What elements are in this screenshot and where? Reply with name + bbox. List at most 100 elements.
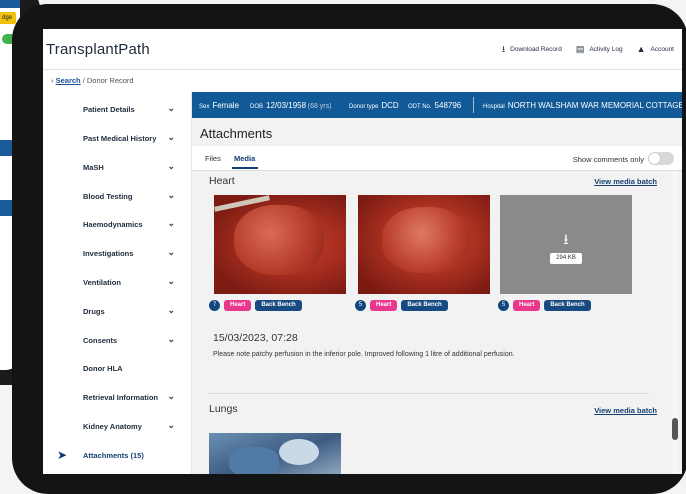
- app-header: TransplantPath ⭳ Download Record ▤ Activ…: [43, 29, 682, 69]
- sidebar-item-drugs[interactable]: Drugs ⌄: [83, 297, 183, 326]
- sidebar-item-label: Drugs: [83, 307, 105, 316]
- lungs-view-media-batch-link[interactable]: View media batch: [594, 406, 657, 415]
- section-divider: [209, 393, 649, 394]
- chevron-left-icon[interactable]: ‹: [51, 76, 54, 85]
- tab-files[interactable]: Files: [205, 154, 221, 163]
- donor-type-label: Donor type: [349, 104, 379, 110]
- tag-back-bench[interactable]: Back Bench: [401, 299, 448, 311]
- surgeon-image: [229, 447, 279, 474]
- header-actions: ⭳ Download Record ▤ Activity Log ▲ Accou…: [502, 45, 674, 54]
- tag-heart[interactable]: Heart: [370, 299, 398, 311]
- download-record-label: Download Record: [510, 46, 562, 53]
- donor-sex: Sex Female: [199, 101, 239, 110]
- sidebar-item-past-medical-history[interactable]: Past Medical History ⌄: [83, 124, 183, 153]
- sidebar-nav: Patient Details ⌄ Past Medical History ⌄ M…: [43, 92, 192, 474]
- donor-age: (68 yrs): [307, 103, 332, 110]
- sidebar-item-label: Retrieval Information: [83, 393, 159, 402]
- chevron-down-icon: ⌄: [167, 190, 175, 200]
- activity-log-button[interactable]: ▤ Activity Log: [576, 45, 623, 54]
- tag-back-bench[interactable]: Back Bench: [544, 299, 591, 311]
- sidebar-item-kidney-anatomy[interactable]: Kidney Anatomy ⌄: [83, 412, 183, 441]
- organ-image: [382, 207, 470, 273]
- breadcrumb-current: / Donor Record: [82, 76, 134, 85]
- surgeon-image: [279, 439, 319, 465]
- app-screen: TransplantPath ⭳ Download Record ▤ Activ…: [43, 29, 682, 474]
- show-comments-label: Show comments only: [572, 155, 644, 164]
- donor-sex-value: Female: [212, 101, 240, 110]
- comment-timestamp: 15/03/2023, 07:28: [213, 332, 298, 344]
- sidebar-item-label: Consents: [83, 336, 118, 345]
- chevron-down-icon: ⌄: [167, 161, 175, 171]
- active-tab-indicator: [232, 167, 258, 169]
- sidebar-item-retrieval-information[interactable]: Retrieval Information ⌄: [83, 383, 183, 412]
- sidebar-item-attachments[interactable]: Attachments (15): [83, 441, 183, 470]
- account-button[interactable]: ▲ Account: [637, 45, 674, 54]
- chevron-down-icon: ⌄: [167, 391, 175, 401]
- sidebar-item-label: Kidney Anatomy: [83, 422, 142, 431]
- lungs-media-thumbnail-1[interactable]: [209, 433, 341, 474]
- sidebar-item-patient-details[interactable]: Patient Details ⌄: [83, 95, 183, 124]
- sidebar-item-label: Haemodynamics: [83, 220, 143, 229]
- chevron-down-icon: ⌄: [167, 305, 175, 315]
- donor-type: Donor type DCD: [349, 101, 399, 110]
- sidebar-item-mash[interactable]: MaSH ⌄: [83, 153, 183, 182]
- heart-media-thumbnail-1[interactable]: [214, 195, 346, 294]
- tablet-frame: TransplantPath ⭳ Download Record ▤ Activ…: [12, 4, 686, 494]
- activity-log-label: Activity Log: [589, 46, 623, 53]
- sidebar-item-donor-hla[interactable]: Donor HLA: [83, 354, 183, 383]
- donor-hospital: Hospital NORTH WALSHAM WAR MEMORIAL COTTA…: [483, 101, 682, 110]
- background-badge: dge: [0, 12, 16, 24]
- comment-count-badge: 7: [209, 299, 220, 311]
- toggle-knob: [649, 153, 660, 164]
- comment-text: Please note patchy perfusion in the infe…: [213, 351, 515, 358]
- breadcrumb-bar: ‹ Search / Donor Record: [43, 69, 682, 93]
- background-topbar: TAGE: [0, 0, 20, 8]
- sidebar-item-label: MaSH: [83, 163, 104, 172]
- sidebar-item-label: Attachments (15): [83, 451, 144, 460]
- tag-back-bench[interactable]: Back Bench: [255, 299, 302, 311]
- account-icon: ▲: [636, 44, 646, 54]
- heart-media-thumbnail-2[interactable]: [358, 195, 490, 294]
- background-topbar-text: TAGE: [0, 0, 19, 8]
- download-icon: ⭳: [501, 44, 506, 54]
- download-icon[interactable]: ⭳: [558, 229, 574, 253]
- section-title-lungs: Lungs: [209, 403, 238, 415]
- tab-media[interactable]: Media: [234, 154, 255, 163]
- tag-heart[interactable]: Heart: [513, 299, 541, 311]
- content-scrollbar[interactable]: [672, 171, 678, 474]
- scrollbar-thumb[interactable]: [672, 418, 678, 440]
- comment-count-badge: 5: [498, 299, 509, 311]
- sidebar-item-label: Patient Details: [83, 105, 135, 114]
- sidebar-item-label: Blood Testing: [83, 192, 133, 201]
- chevron-down-icon: ⌄: [167, 276, 175, 286]
- comment-count-badge: 5: [355, 299, 366, 311]
- sidebar-item-consents[interactable]: Consents ⌄: [83, 326, 183, 355]
- donor-hospital-label: Hospital: [483, 104, 505, 110]
- sidebar-item-investigations[interactable]: Investigations ⌄: [83, 239, 183, 268]
- sidebar-item-label: Investigations: [83, 249, 134, 258]
- donor-dob-value: 12/03/1958: [266, 101, 307, 110]
- heart-view-media-batch-link[interactable]: View media batch: [594, 177, 657, 186]
- file-size-badge: 294 KB: [550, 253, 582, 264]
- heart-media-download-tile[interactable]: ⭳ 294 KB: [500, 195, 632, 294]
- media-tag-row: 7 Heart Back Bench: [209, 299, 302, 311]
- tag-heart[interactable]: Heart: [224, 299, 252, 311]
- sidebar-item-haemodynamics[interactable]: Haemodynamics ⌄: [83, 210, 183, 239]
- account-label: Account: [650, 46, 675, 53]
- donor-sex-label: Sex: [199, 104, 210, 110]
- sidebar-item-blood-testing[interactable]: Blood Testing ⌄: [83, 182, 183, 211]
- breadcrumb-search-link[interactable]: Search: [56, 76, 81, 85]
- sidebar-item-ventilation[interactable]: Ventilation ⌄: [83, 268, 183, 297]
- breadcrumb: ‹ Search / Donor Record: [51, 76, 134, 85]
- show-comments-toggle[interactable]: [648, 152, 674, 165]
- donor-dob: DOB 12/03/1958 (68 yrs): [250, 101, 331, 110]
- current-section-arrow-icon: ➤: [57, 448, 68, 462]
- sidebar-item-label: Past Medical History: [83, 134, 157, 143]
- section-title-heart: Heart: [209, 175, 235, 187]
- app-logo[interactable]: TransplantPath: [46, 41, 150, 58]
- donor-hospital-value: NORTH WALSHAM WAR MEMORIAL COTTAGE: [507, 101, 682, 110]
- download-record-button[interactable]: ⭳ Download Record: [502, 45, 562, 54]
- media-tabs: Files Media Show comments only: [192, 146, 682, 171]
- chevron-down-icon: ⌄: [167, 247, 175, 257]
- activity-log-icon: ▤: [575, 44, 585, 54]
